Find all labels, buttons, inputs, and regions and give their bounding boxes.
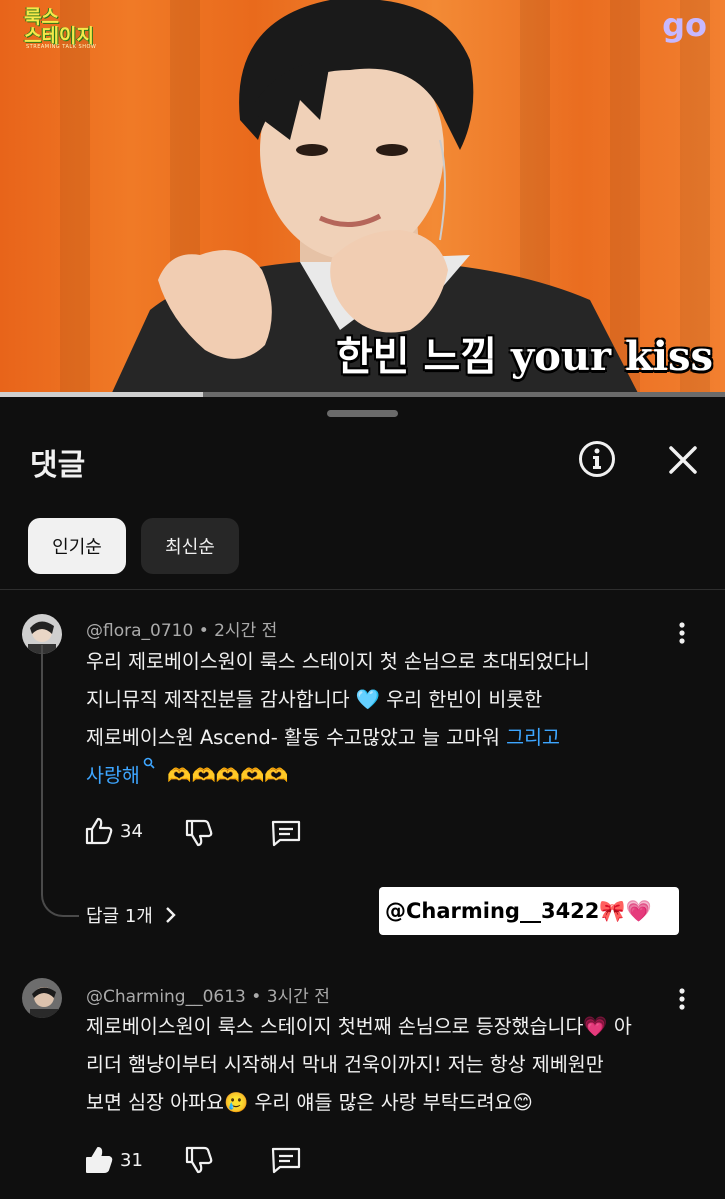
thumbs-down-icon [185, 1146, 213, 1174]
comment-meta: @Charming__0613 • 3시간 전 [86, 982, 330, 1007]
like-button[interactable]: 34 [84, 816, 143, 846]
reply-comment-icon [271, 1147, 301, 1174]
thumbs-down-icon [185, 819, 213, 847]
view-replies-button[interactable]: 답글 1개 [86, 902, 179, 928]
channel-watermark: go [662, 6, 707, 44]
comment-line: 우리 제로베이스원이 룩스 스테이지 첫 손님으로 초대되었다니 [86, 650, 590, 673]
like-count: 34 [120, 820, 143, 842]
overlay-username-sticker: @Charming__3422🎀💗 [379, 887, 679, 935]
filter-chip-popular[interactable]: 인기순 [28, 518, 126, 574]
info-icon [579, 441, 615, 477]
comment-body: 제로베이스원이 룩스 스테이지 첫번째 손님으로 등장했습니다💗 아 리더 햄냥… [86, 1008, 686, 1122]
comments-sheet: 댓글 인기순 최신순 @flora_0710 • 2시간 전 우리 제로베이스원… [0, 397, 725, 1199]
drag-handle[interactable] [327, 410, 398, 417]
search-link-text: 사랑해 [86, 764, 140, 787]
divider [0, 589, 725, 590]
comment-time: • 2시간 전 [198, 621, 278, 641]
reply-comment-icon [271, 820, 301, 847]
thumbs-up-icon [86, 1147, 113, 1173]
like-count: 31 [120, 1149, 143, 1171]
comment-line: 지니뮤직 제작진분들 감사합니다 🩵 우리 한빈이 비롯한 [86, 688, 543, 711]
avatar-image [22, 978, 62, 1018]
hashtag-link[interactable]: 그리고 [506, 726, 560, 749]
video-player[interactable]: 룩스 스테이지 STREAMING TALK SHOW go 한빈 느낌 you… [0, 0, 725, 397]
show-logo: 룩스 스테이지 STREAMING TALK SHOW [24, 8, 110, 51]
like-button[interactable]: 31 [84, 1145, 143, 1175]
info-button[interactable] [578, 440, 616, 478]
comment-time: • 3시간 전 [251, 987, 330, 1007]
comment-line: 사랑해 🫶🫶🫶🫶🫶 [86, 757, 696, 795]
thread-connector [41, 645, 79, 917]
comment-line: 제로베이스원 Ascend- 활동 수고많았고 늘 고마워 그리고 [86, 719, 696, 757]
close-icon [669, 446, 697, 474]
emoji-string: 🫶🫶🫶🫶🫶 [167, 764, 289, 787]
thumbs-up-icon [85, 817, 113, 845]
search-link[interactable]: 사랑해 [86, 757, 155, 787]
comment-body: 우리 제로베이스원이 룩스 스테이지 첫 손님으로 초대되었다니 지니뮤직 제작… [86, 643, 696, 795]
comment-line: 리더 햄냥이부터 시작해서 막내 건욱이까지! 저는 항상 제베원만 [86, 1053, 604, 1076]
filter-chip-newest[interactable]: 최신순 [141, 518, 239, 574]
dislike-button[interactable] [184, 1145, 214, 1175]
video-subtitle: 한빈 느낌 your kiss [335, 333, 713, 380]
comment-line-text: 제로베이스원 Ascend- 활동 수고많았고 늘 고마워 [86, 726, 500, 749]
comment-author[interactable]: @flora_0710 [86, 621, 193, 641]
comment-line: 보면 심장 아파요🥲 우리 얘들 많은 사랑 부탁드려요😊 [86, 1091, 533, 1114]
chevron-right-icon [166, 907, 176, 923]
comment-author[interactable]: @Charming__0613 [86, 987, 246, 1007]
reply-button[interactable] [270, 818, 302, 848]
reply-button[interactable] [270, 1145, 302, 1175]
dislike-button[interactable] [184, 818, 214, 848]
close-button[interactable] [664, 441, 702, 479]
comment-line: 제로베이스원이 룩스 스테이지 첫번째 손님으로 등장했습니다💗 아 [86, 1015, 632, 1038]
avatar[interactable] [22, 978, 62, 1018]
replies-label: 답글 1개 [86, 906, 153, 927]
search-icon [143, 757, 155, 769]
show-logo-sub: STREAMING TALK SHOW [26, 44, 97, 50]
sheet-title: 댓글 [30, 448, 86, 483]
comment-meta: @flora_0710 • 2시간 전 [86, 616, 277, 641]
